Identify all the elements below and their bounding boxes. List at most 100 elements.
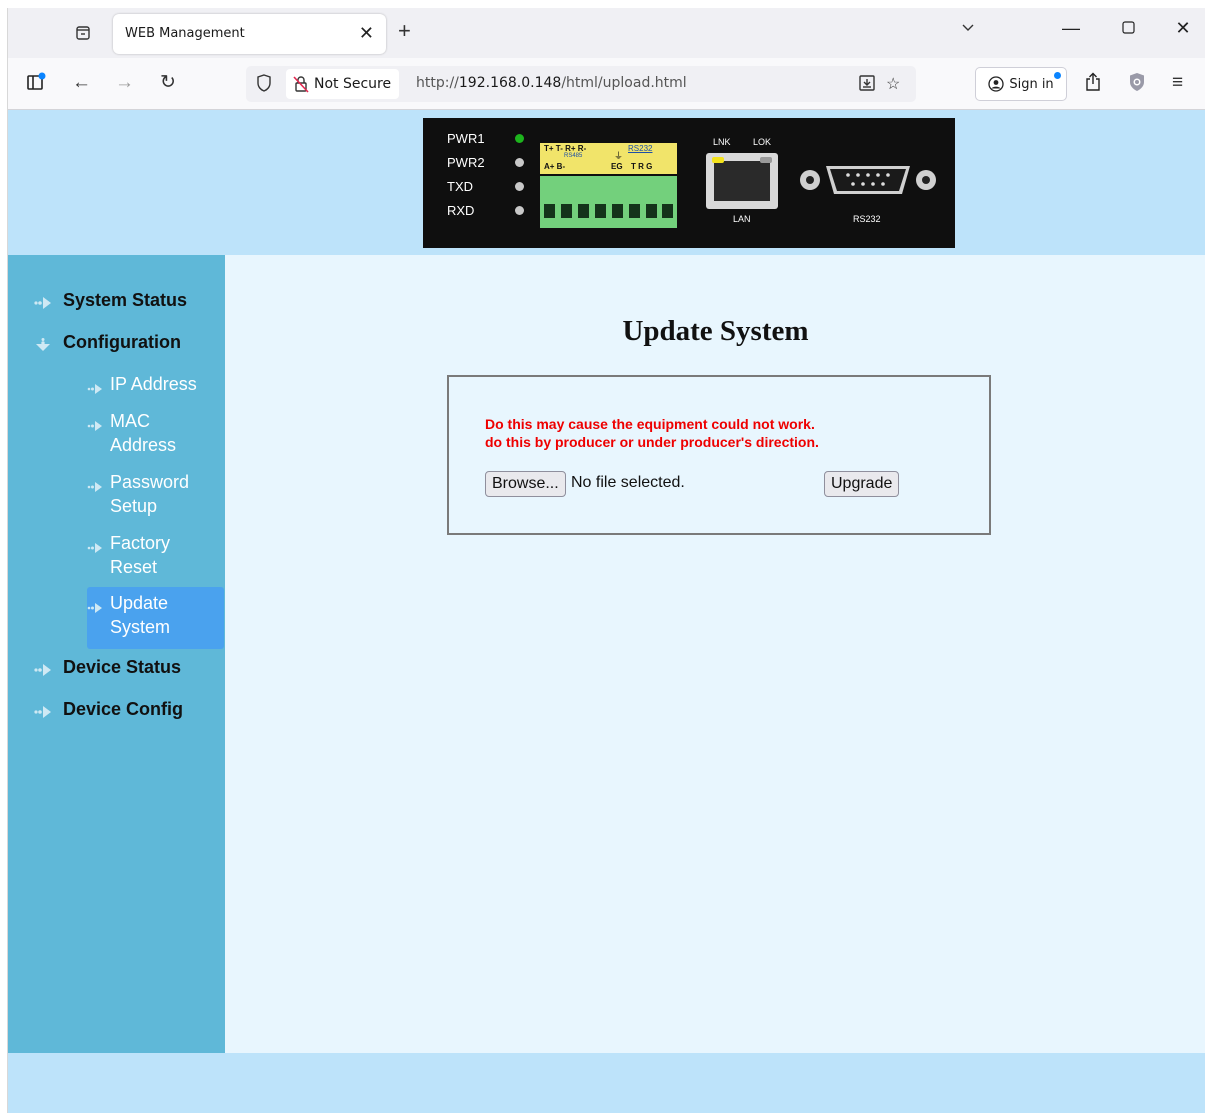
not-secure-label: Not Secure <box>314 76 392 92</box>
sidebar-item-password-setup[interactable]: Password Setup <box>87 470 224 518</box>
led-pwr2 <box>515 158 524 167</box>
device-panel-image: PWR1 PWR2 TXD RXD T+ T- R+ R- RS232 RS48… <box>423 118 955 248</box>
sidebar-item-ip-address[interactable]: IP Address <box>87 372 224 398</box>
arrow-icon <box>87 475 104 492</box>
arrow-icon <box>33 294 53 309</box>
lnk-label: LNK <box>713 137 731 147</box>
url-text[interactable]: http://192.168.0.148/html/upload.html <box>416 75 687 91</box>
web-page: PWR1 PWR2 TXD RXD T+ T- R+ R- RS232 RS48… <box>8 110 1205 1113</box>
tab-overflow-chevron-icon[interactable] <box>953 18 983 39</box>
back-icon[interactable]: ← <box>72 72 91 94</box>
terminal-screw <box>578 204 589 218</box>
sign-in-notification-dot <box>1054 72 1061 79</box>
terminal-label-trg: T R G <box>631 162 653 171</box>
led-pwr1 <box>515 134 524 143</box>
tab-title: WEB Management <box>125 26 245 41</box>
arrow-icon <box>33 703 53 718</box>
reader-view-icon[interactable] <box>858 74 876 97</box>
terminal-label-rs232: RS232 <box>628 144 653 153</box>
sidebar-item-label: Device Status <box>63 657 182 677</box>
browser-window: WEB Management ✕ + — ✕ ← → ↻ Not Secure … <box>7 8 1205 1113</box>
upload-panel: Do this may cause the equipment could no… <box>447 375 991 535</box>
sidebar-item-mac-address[interactable]: MAC Address <box>87 409 224 457</box>
arrow-icon <box>33 661 53 676</box>
db9-connector-icon <box>800 166 936 194</box>
sidebar-item-label: MAC Address <box>110 411 177 455</box>
lok-label: LOK <box>753 137 772 147</box>
sidebar-item-factory-reset[interactable]: Factory Reset <box>87 531 224 579</box>
close-tab-icon[interactable]: ✕ <box>359 23 374 44</box>
arrow-icon <box>87 414 104 431</box>
terminal-screw <box>595 204 606 218</box>
main-content: Update System Do this may cause the equi… <box>225 255 1205 1053</box>
terminal-label-eg: EG <box>611 162 623 171</box>
terminal-label-row2: A+ B- <box>544 162 566 171</box>
new-tab-icon[interactable]: + <box>398 20 411 42</box>
minimize-icon[interactable]: — <box>1056 18 1086 39</box>
close-window-icon[interactable]: ✕ <box>1168 18 1198 39</box>
sidebar-item-label: Configuration <box>63 332 181 352</box>
terminal-label-rs485: RS485 <box>564 153 583 159</box>
sidebar-item-device-config[interactable]: Device Config <box>33 699 183 720</box>
sidebar-toggle-icon[interactable] <box>26 72 46 98</box>
arrow-down-icon <box>33 336 53 351</box>
address-bar[interactable]: Not Secure http://192.168.0.148/html/upl… <box>246 66 916 102</box>
sidebar-item-label: Factory Reset <box>110 533 171 577</box>
insecure-lock-icon <box>292 75 310 93</box>
share-icon[interactable] <box>1084 72 1102 98</box>
terminal-screw <box>662 204 673 218</box>
sign-in-button[interactable]: Sign in <box>975 67 1067 101</box>
tab-list-icon[interactable] <box>72 22 94 44</box>
terminal-block <box>540 176 677 228</box>
terminal-screw <box>612 204 623 218</box>
led-txd <box>515 182 524 191</box>
footer <box>8 1053 1205 1113</box>
extension-shield-icon[interactable] <box>1128 72 1146 98</box>
banner: PWR1 PWR2 TXD RXD T+ T- R+ R- RS232 RS48… <box>8 110 1205 255</box>
file-name-status: No file selected. <box>571 474 685 491</box>
page-title: Update System <box>622 315 809 347</box>
rj45-port <box>706 153 778 209</box>
tracking-protection-icon[interactable] <box>256 74 272 97</box>
upgrade-button[interactable]: Upgrade <box>824 471 900 497</box>
browse-button[interactable]: Browse... <box>485 471 566 497</box>
sidebar-item-device-status[interactable]: Device Status <box>33 657 181 678</box>
navigation-bar: ← → ↻ Not Secure http://192.168.0.148/ht… <box>8 58 1205 110</box>
sidebar-item-label: Device Config <box>63 699 184 719</box>
account-icon <box>988 76 1004 92</box>
rj45-socket <box>714 161 770 201</box>
terminal-screw <box>544 204 555 218</box>
led-label-txd: TXD <box>447 179 473 194</box>
sign-in-label: Sign in <box>1009 76 1054 92</box>
lan-label: LAN <box>733 214 751 224</box>
url-prefix: http:// <box>416 75 459 91</box>
bookmark-star-icon[interactable]: ☆ <box>886 74 900 94</box>
terminal-label-row1: T+ T- R+ R- <box>544 144 587 153</box>
url-path: /html/upload.html <box>561 75 687 91</box>
sidebar-item-label: System Status <box>63 290 188 310</box>
sidebar-item-configuration[interactable]: Configuration <box>33 332 181 353</box>
led-label-pwr2: PWR2 <box>447 155 485 170</box>
sidebar-item-update-system[interactable]: Update System <box>87 587 224 649</box>
reload-icon[interactable]: ↻ <box>160 72 176 94</box>
warning-line-1: Do this may cause the equipment could no… <box>485 416 815 432</box>
warning-line-2: do this by producer or under producer's … <box>485 434 819 450</box>
lnk-led <box>712 157 724 163</box>
rs232-label: RS232 <box>853 214 881 224</box>
arrow-icon <box>87 596 104 613</box>
tab-strip: WEB Management ✕ + — ✕ <box>8 8 1205 58</box>
url-host: 192.168.0.148 <box>458 75 562 91</box>
not-secure-indicator[interactable]: Not Secure <box>286 69 400 99</box>
terminal-screw <box>629 204 640 218</box>
active-tab[interactable]: WEB Management ✕ <box>113 14 386 54</box>
maximize-icon[interactable] <box>1113 18 1143 39</box>
lok-led <box>760 157 772 163</box>
terminal-screw <box>646 204 657 218</box>
sidebar-item-system-status[interactable]: System Status <box>33 290 187 311</box>
terminal-screw <box>561 204 572 218</box>
forward-icon[interactable]: → <box>115 72 134 94</box>
sidebar-item-label: IP Address <box>110 374 197 394</box>
warning-message: Do this may cause the equipment could no… <box>485 415 819 451</box>
menu-icon[interactable]: ≡ <box>1172 72 1183 94</box>
arrow-icon <box>87 377 104 394</box>
